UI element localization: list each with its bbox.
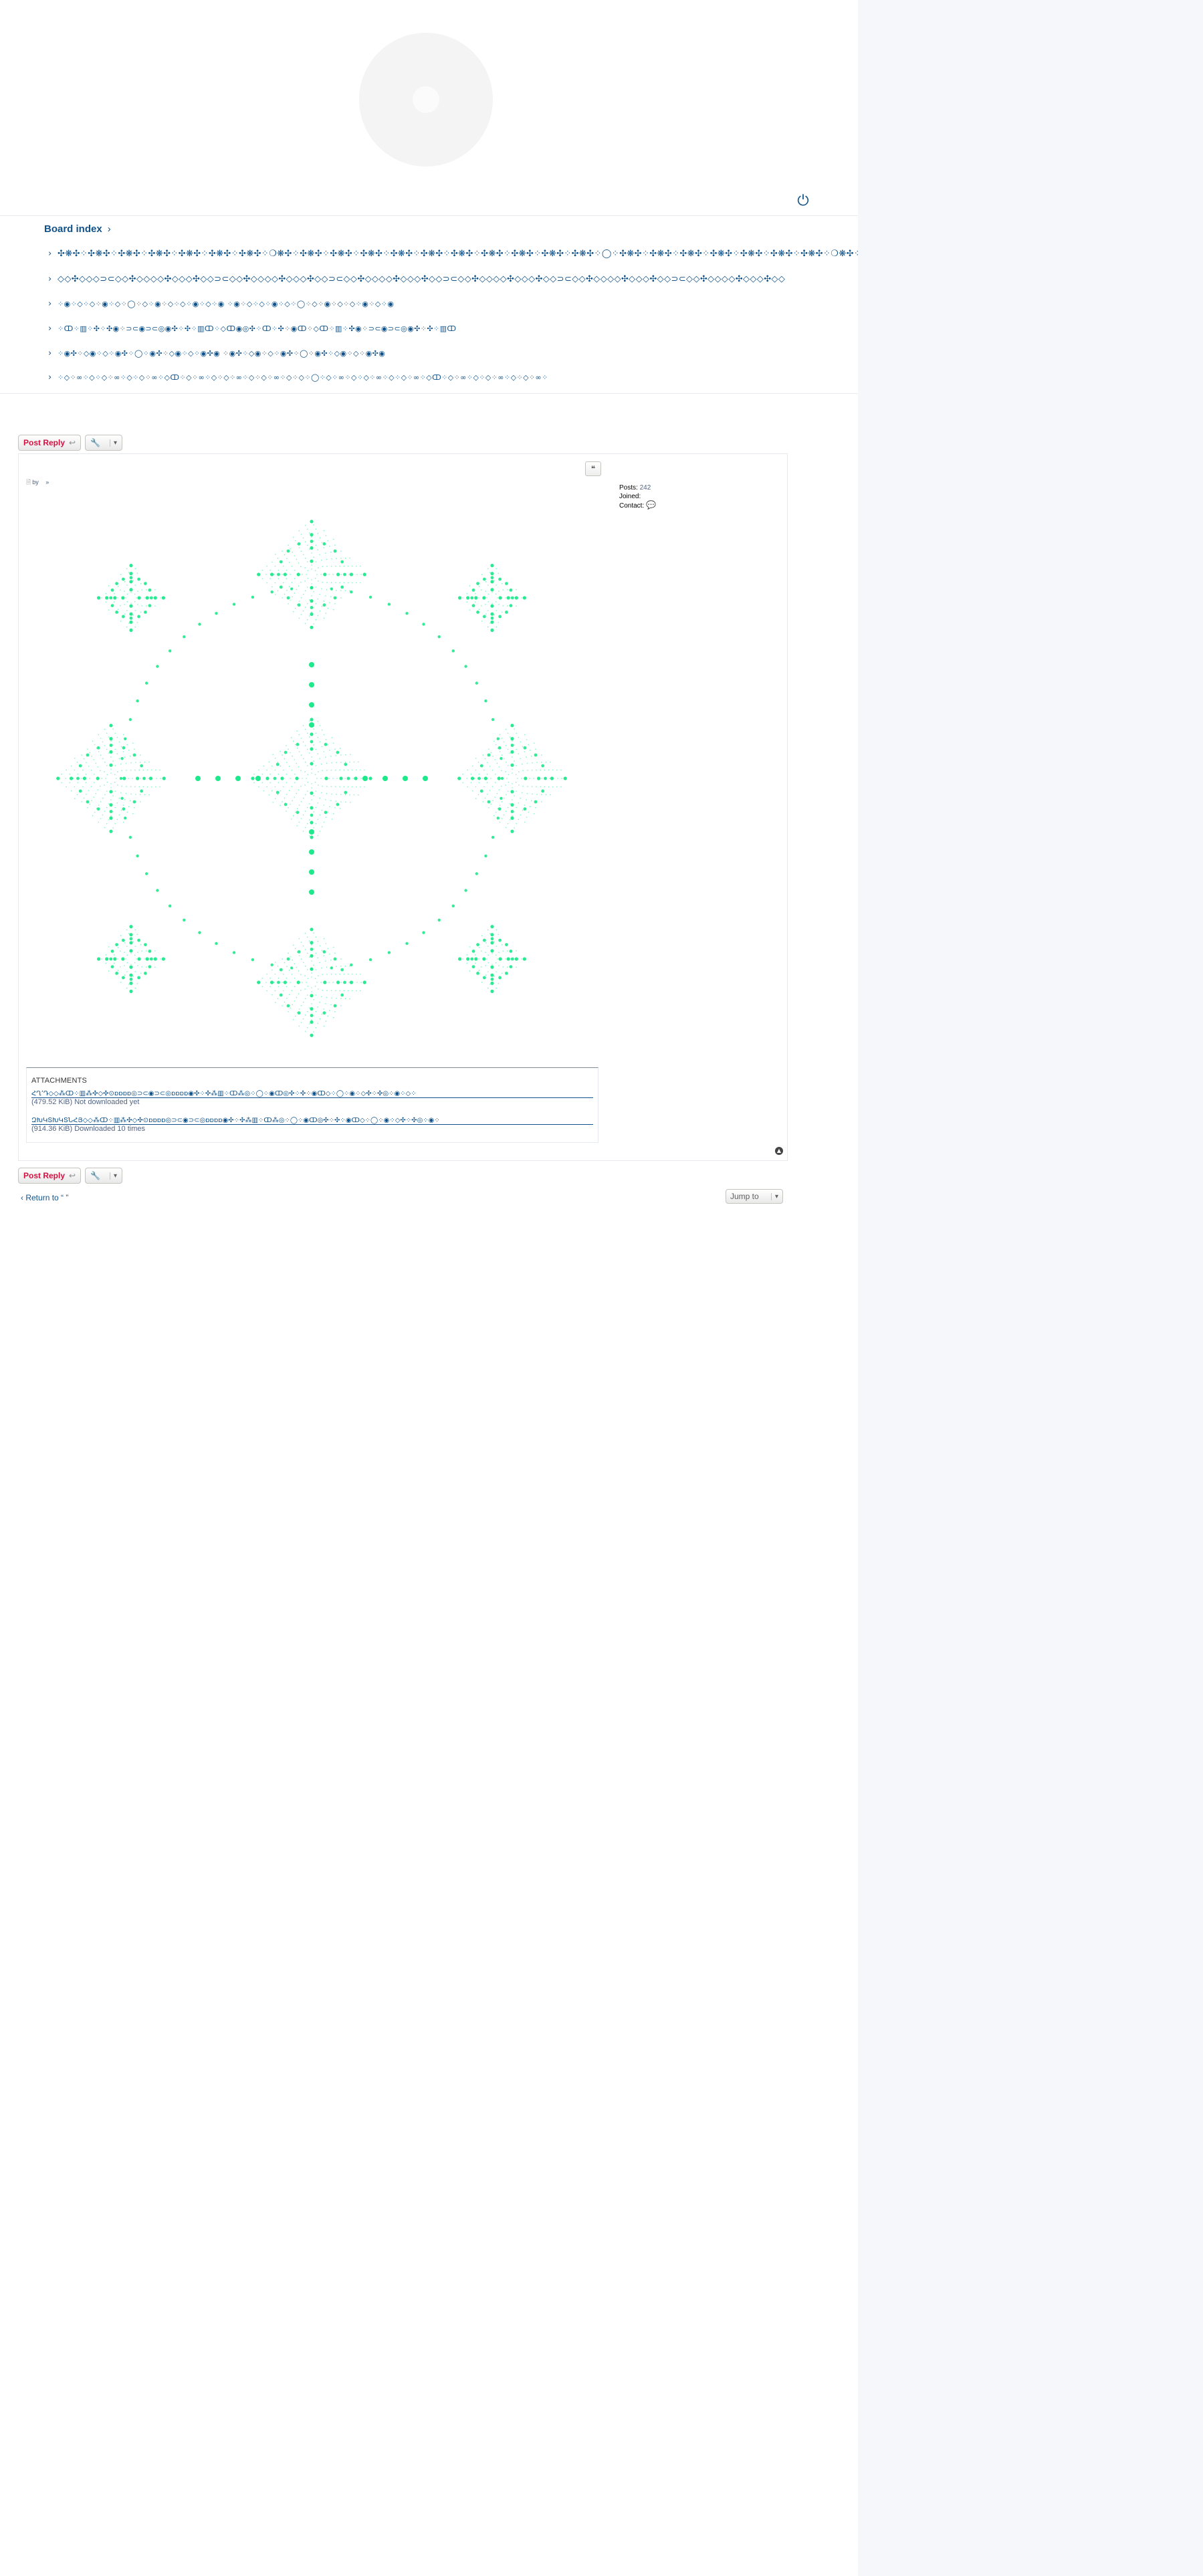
chevron-down-icon: ▾ [770,1192,778,1200]
contact-label: Contact: [619,502,645,510]
page: ⏻ Board index › › ✣❋✣⁘✣❋✣⁘✣❋✣⁘✣❋✣⁘✣❋✣⁘✣❋✣⁘… [0,0,1043,2576]
back-to-top-icon[interactable]: ▲ [775,1147,783,1155]
post: ❝ 🗎 by » Posts: 242 Joined: Contact: 💬 AT… [18,453,788,1161]
chevron-left-icon: ‹ [21,1193,23,1202]
author-prefix: by [32,479,39,486]
forum-list-item[interactable]: › ⁘◉✣⁘◇◉⁘◇⁘◉✣⁘◯⁘◉✣⁘◇◉⁘◇⁘◉✣◉ ⁘◉✣⁘◇◉⁘◇⁘◉✣⁘◯… [48,347,385,360]
reply-arrow-icon: ↩ [69,1171,76,1180]
forum-list-item[interactable]: › ◇◇✣◇◇◇⊃⊂◇◇✣◇◇◇◇✣◇◇◇✣◇◇⊃⊂◇◇✣◇◇◇◇✣◇◇◇✣◇◇⊃… [48,273,785,286]
forum-link[interactable]: ⁘◇⁘∞⁘◇⁘◇⁘∞⁘◇⁘◇⁘∞⁘◇ↀ⁘◇⁘∞⁘◇⁘◇⁘∞⁘◇⁘◇⁘∞⁘◇⁘◇⁘… [58,373,548,382]
right-background [858,0,1203,2576]
chevron-down-icon: ▾ [110,439,117,447]
quote-icon[interactable]: ❝ [585,461,601,476]
post-reply-label: Post Reply [23,1171,66,1180]
post-image [56,520,567,1037]
post-reply-button[interactable]: Post Reply ↩ [18,1168,82,1184]
attachment-meta: (479.52 KiB) Not downloaded yet [31,1098,140,1106]
chevron-right-icon: › [48,299,52,309]
forum-link[interactable]: ⁘◉✣⁘◇◉⁘◇⁘◉✣⁘◯⁘◉✣⁘◇◉⁘◇⁘◉✣◉ ⁘◉✣⁘◇◉⁘◇⁘◉✣⁘◯⁘… [58,349,385,358]
posts-count[interactable]: 242 [640,484,651,492]
chevron-right-icon: › [48,324,52,334]
attachment-meta: (914.36 KiB) Downloaded 10 times [31,1125,145,1133]
author-profile: Posts: 242 Joined: Contact: 💬 [619,484,656,510]
forum-logo-icon[interactable] [359,33,493,167]
forum-list-item[interactable]: › ⁘◇⁘∞⁘◇⁘◇⁘∞⁘◇⁘◇⁘∞⁘◇ↀ⁘◇⁘∞⁘◇⁘◇⁘∞⁘◇⁘◇⁘∞⁘◇⁘◇… [48,371,548,385]
attachment-item: ԶԽԿՏԽԿՏՆՀՅ◇◇⁂ↀ⁘▥⁂✣◇✣⊙ɒɒɒɒ◎⊃⊂◉⊃⊂◎ɒɒɒɒ◉✣⁘✣… [31,1117,593,1133]
attachment-link[interactable]: ԶԽԿՏԽԿՏՆՀՅ◇◇⁂ↀ⁘▥⁂✣◇✣⊙ɒɒɒɒ◎⊃⊂◉⊃⊂◎ɒɒɒɒ◉✣⁘✣… [31,1117,593,1125]
attachment-link[interactable]: ՀՂ՚Դ◇◇⁂ↀ⁘▥⁂✣◇✣⊙ɒɒɒɒ◎⊃⊂◉⊃⊂◎ɒɒɒɒ◉✣⁘✣⁂▥⁘ↀ⁂◎… [31,1090,593,1098]
post-file-icon: 🗎 [26,479,31,486]
jump-to-label: Jump to [730,1192,759,1201]
wrench-icon: 🔧 [90,438,101,447]
forum-link[interactable]: ◇◇✣◇◇◇⊃⊂◇◇✣◇◇◇◇✣◇◇◇✣◇◇⊃⊂◇◇✣◇◇◇◇✣◇◇◇✣◇◇⊃⊂… [58,274,785,284]
power-icon[interactable]: ⏻ [795,193,811,209]
wrench-icon: 🔧 [90,1171,101,1180]
forum-list-item[interactable]: › ⁘ↀ⁘▥⁘✣⁘✣◉⁘⊃⊂◉⊃⊂◎◉✣⁘✣⁘▥ↀ⁘◇ↀ◉◎✣⁘ↀ⁘✣⁘◉ↀ⁘◇ↀ… [48,322,457,336]
attachment-item: ՀՂ՚Դ◇◇⁂ↀ⁘▥⁂✣◇✣⊙ɒɒɒɒ◎⊃⊂◉⊃⊂◎ɒɒɒɒ◉✣⁘✣⁂▥⁘ↀ⁂◎… [31,1090,593,1106]
post-author: 🗎 by » [26,477,49,488]
breadcrumb-board-index[interactable]: Board index [44,223,102,235]
breadcrumb-separator: › [107,223,111,235]
chevron-right-icon: › [48,274,52,284]
post-reply-label: Post Reply [23,438,66,447]
chat-bubble-icon[interactable]: 💬 [646,500,656,510]
reply-arrow-icon: ↩ [69,438,76,447]
forum-link[interactable]: ⁘◉⁘◇⁘◇⁘◉⁘◇⁘◯⁘◇⁘◉⁘◇⁘◇⁘◉⁘◇⁘◉ ⁘◉⁘◇⁘◇⁘◉⁘◇⁘◯⁘… [58,300,394,308]
topic-tools-button[interactable]: 🔧 ▾ [85,1168,123,1184]
breadcrumb[interactable]: Board index › [44,223,111,235]
attachments-box: ATTACHMENTS ՀՂ՚Դ◇◇⁂ↀ⁘▥⁂✣◇✣⊙ɒɒɒɒ◎⊃⊂◉⊃⊂◎ɒɒ… [26,1067,598,1143]
chevron-right-icon: › [48,348,52,358]
chevron-right-icon: › [48,372,52,383]
post-reply-button[interactable]: Post Reply ↩ [18,435,82,451]
forum-link[interactable]: ⁘ↀ⁘▥⁘✣⁘✣◉⁘⊃⊂◉⊃⊂◎◉✣⁘✣⁘▥ↀ⁘◇ↀ◉◎✣⁘ↀ⁘✣⁘◉ↀ⁘◇ↀ⁘… [58,324,457,333]
attachments-title: ATTACHMENTS [31,1077,88,1085]
return-link[interactable]: ‹ Return to “ ” [21,1193,68,1202]
joined-label: Joined: [619,493,641,500]
topic-tools-button[interactable]: 🔧 ▾ [85,435,123,451]
nav-divider [0,393,858,394]
chevron-down-icon: ▾ [110,1172,117,1180]
chevron-right-icon: › [48,249,52,259]
forum-list-item[interactable]: › ⁘◉⁘◇⁘◇⁘◉⁘◇⁘◯⁘◇⁘◉⁘◇⁘◇⁘◉⁘◇⁘◉ ⁘◉⁘◇⁘◇⁘◉⁘◇⁘◯… [48,298,394,311]
jump-to-button[interactable]: Jump to ▾ [726,1189,783,1204]
author-link[interactable]: » [45,479,49,486]
posts-label: Posts: [619,484,638,492]
return-label: Return to “ ” [25,1193,69,1202]
action-bar-top: Post Reply ↩ 🔧 ▾ [18,435,123,451]
header-divider [0,215,858,216]
action-bar-bottom: Post Reply ↩ 🔧 ▾ [18,1168,123,1184]
